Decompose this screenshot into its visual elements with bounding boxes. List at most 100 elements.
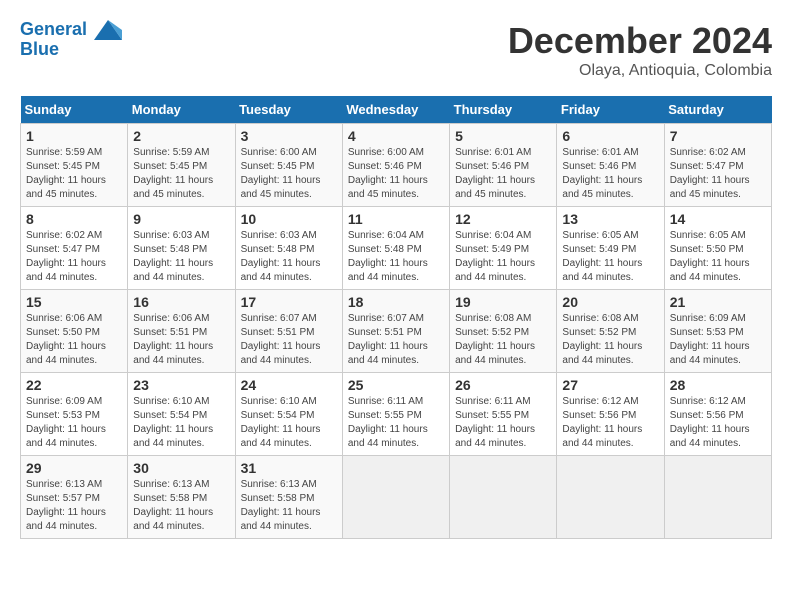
day-info: Sunrise: 6:08 AM Sunset: 5:52 PM Dayligh… — [455, 312, 551, 368]
table-row: 4 Sunrise: 6:00 AM Sunset: 5:46 PM Dayli… — [342, 124, 449, 207]
day-number: 22 — [26, 377, 122, 393]
day-number: 25 — [348, 377, 444, 393]
day-number: 31 — [241, 460, 337, 476]
table-row: 18 Sunrise: 6:07 AM Sunset: 5:51 PM Dayl… — [342, 290, 449, 373]
table-row: 25 Sunrise: 6:11 AM Sunset: 5:55 PM Dayl… — [342, 373, 449, 456]
table-row: 21 Sunrise: 6:09 AM Sunset: 5:53 PM Dayl… — [664, 290, 771, 373]
day-info: Sunrise: 6:12 AM Sunset: 5:56 PM Dayligh… — [670, 395, 766, 451]
day-info: Sunrise: 6:13 AM Sunset: 5:58 PM Dayligh… — [133, 478, 229, 534]
table-row: 28 Sunrise: 6:12 AM Sunset: 5:56 PM Dayl… — [664, 373, 771, 456]
day-info: Sunrise: 6:06 AM Sunset: 5:50 PM Dayligh… — [26, 312, 122, 368]
day-info: Sunrise: 6:01 AM Sunset: 5:46 PM Dayligh… — [562, 146, 658, 202]
day-info: Sunrise: 5:59 AM Sunset: 5:45 PM Dayligh… — [133, 146, 229, 202]
table-row: 6 Sunrise: 6:01 AM Sunset: 5:46 PM Dayli… — [557, 124, 664, 207]
day-info: Sunrise: 6:07 AM Sunset: 5:51 PM Dayligh… — [348, 312, 444, 368]
day-info: Sunrise: 6:13 AM Sunset: 5:57 PM Dayligh… — [26, 478, 122, 534]
location-title: Olaya, Antioquia, Colombia — [508, 62, 772, 80]
header-wednesday: Wednesday — [342, 96, 449, 124]
logo: General Blue — [20, 20, 122, 60]
header-saturday: Saturday — [664, 96, 771, 124]
logo-text: General — [20, 20, 122, 40]
table-row: 24 Sunrise: 6:10 AM Sunset: 5:54 PM Dayl… — [235, 373, 342, 456]
day-number: 21 — [670, 294, 766, 310]
table-row: 23 Sunrise: 6:10 AM Sunset: 5:54 PM Dayl… — [128, 373, 235, 456]
table-row: 29 Sunrise: 6:13 AM Sunset: 5:57 PM Dayl… — [21, 456, 128, 539]
day-number: 26 — [455, 377, 551, 393]
day-number: 17 — [241, 294, 337, 310]
day-info: Sunrise: 6:07 AM Sunset: 5:51 PM Dayligh… — [241, 312, 337, 368]
day-number: 12 — [455, 211, 551, 227]
day-number: 30 — [133, 460, 229, 476]
day-number: 24 — [241, 377, 337, 393]
table-row: 3 Sunrise: 6:00 AM Sunset: 5:45 PM Dayli… — [235, 124, 342, 207]
table-row: 14 Sunrise: 6:05 AM Sunset: 5:50 PM Dayl… — [664, 207, 771, 290]
day-number: 9 — [133, 211, 229, 227]
day-info: Sunrise: 6:13 AM Sunset: 5:58 PM Dayligh… — [241, 478, 337, 534]
day-number: 19 — [455, 294, 551, 310]
day-number: 18 — [348, 294, 444, 310]
day-info: Sunrise: 6:08 AM Sunset: 5:52 PM Dayligh… — [562, 312, 658, 368]
table-row: 5 Sunrise: 6:01 AM Sunset: 5:46 PM Dayli… — [450, 124, 557, 207]
day-info: Sunrise: 6:12 AM Sunset: 5:56 PM Dayligh… — [562, 395, 658, 451]
table-row: 17 Sunrise: 6:07 AM Sunset: 5:51 PM Dayl… — [235, 290, 342, 373]
header-monday: Monday — [128, 96, 235, 124]
day-number: 10 — [241, 211, 337, 227]
day-number: 23 — [133, 377, 229, 393]
calendar-row: 15 Sunrise: 6:06 AM Sunset: 5:50 PM Dayl… — [21, 290, 772, 373]
day-number: 5 — [455, 128, 551, 144]
table-row: 26 Sunrise: 6:11 AM Sunset: 5:55 PM Dayl… — [450, 373, 557, 456]
table-row: 13 Sunrise: 6:05 AM Sunset: 5:49 PM Dayl… — [557, 207, 664, 290]
day-info: Sunrise: 6:06 AM Sunset: 5:51 PM Dayligh… — [133, 312, 229, 368]
day-info: Sunrise: 6:05 AM Sunset: 5:49 PM Dayligh… — [562, 229, 658, 285]
calendar-row: 22 Sunrise: 6:09 AM Sunset: 5:53 PM Dayl… — [21, 373, 772, 456]
day-number: 7 — [670, 128, 766, 144]
table-row — [342, 456, 449, 539]
day-info: Sunrise: 6:09 AM Sunset: 5:53 PM Dayligh… — [26, 395, 122, 451]
day-number: 4 — [348, 128, 444, 144]
day-number: 2 — [133, 128, 229, 144]
table-row — [664, 456, 771, 539]
day-number: 20 — [562, 294, 658, 310]
day-number: 1 — [26, 128, 122, 144]
table-row: 27 Sunrise: 6:12 AM Sunset: 5:56 PM Dayl… — [557, 373, 664, 456]
day-number: 13 — [562, 211, 658, 227]
day-number: 29 — [26, 460, 122, 476]
table-row: 20 Sunrise: 6:08 AM Sunset: 5:52 PM Dayl… — [557, 290, 664, 373]
table-row: 19 Sunrise: 6:08 AM Sunset: 5:52 PM Dayl… — [450, 290, 557, 373]
header: General Blue December 2024 Olaya, Antioq… — [20, 20, 772, 80]
day-info: Sunrise: 6:11 AM Sunset: 5:55 PM Dayligh… — [348, 395, 444, 451]
calendar-row: 1 Sunrise: 5:59 AM Sunset: 5:45 PM Dayli… — [21, 124, 772, 207]
day-number: 3 — [241, 128, 337, 144]
table-row: 22 Sunrise: 6:09 AM Sunset: 5:53 PM Dayl… — [21, 373, 128, 456]
header-thursday: Thursday — [450, 96, 557, 124]
day-info: Sunrise: 6:04 AM Sunset: 5:48 PM Dayligh… — [348, 229, 444, 285]
header-tuesday: Tuesday — [235, 96, 342, 124]
header-row: Sunday Monday Tuesday Wednesday Thursday… — [21, 96, 772, 124]
day-number: 16 — [133, 294, 229, 310]
day-info: Sunrise: 6:03 AM Sunset: 5:48 PM Dayligh… — [241, 229, 337, 285]
calendar-table: Sunday Monday Tuesday Wednesday Thursday… — [20, 96, 772, 539]
day-info: Sunrise: 6:02 AM Sunset: 5:47 PM Dayligh… — [670, 146, 766, 202]
day-info: Sunrise: 6:11 AM Sunset: 5:55 PM Dayligh… — [455, 395, 551, 451]
title-area: December 2024 Olaya, Antioquia, Colombia — [508, 20, 772, 80]
table-row: 12 Sunrise: 6:04 AM Sunset: 5:49 PM Dayl… — [450, 207, 557, 290]
table-row: 7 Sunrise: 6:02 AM Sunset: 5:47 PM Dayli… — [664, 124, 771, 207]
table-row: 2 Sunrise: 5:59 AM Sunset: 5:45 PM Dayli… — [128, 124, 235, 207]
table-row: 15 Sunrise: 6:06 AM Sunset: 5:50 PM Dayl… — [21, 290, 128, 373]
day-number: 27 — [562, 377, 658, 393]
day-number: 14 — [670, 211, 766, 227]
day-number: 11 — [348, 211, 444, 227]
table-row: 9 Sunrise: 6:03 AM Sunset: 5:48 PM Dayli… — [128, 207, 235, 290]
month-title: December 2024 — [508, 20, 772, 62]
header-friday: Friday — [557, 96, 664, 124]
calendar-row: 8 Sunrise: 6:02 AM Sunset: 5:47 PM Dayli… — [21, 207, 772, 290]
logo-icon — [94, 20, 122, 40]
day-info: Sunrise: 6:00 AM Sunset: 5:45 PM Dayligh… — [241, 146, 337, 202]
day-info: Sunrise: 6:10 AM Sunset: 5:54 PM Dayligh… — [241, 395, 337, 451]
calendar-row: 29 Sunrise: 6:13 AM Sunset: 5:57 PM Dayl… — [21, 456, 772, 539]
table-row: 1 Sunrise: 5:59 AM Sunset: 5:45 PM Dayli… — [21, 124, 128, 207]
day-number: 8 — [26, 211, 122, 227]
day-info: Sunrise: 6:03 AM Sunset: 5:48 PM Dayligh… — [133, 229, 229, 285]
table-row: 16 Sunrise: 6:06 AM Sunset: 5:51 PM Dayl… — [128, 290, 235, 373]
day-info: Sunrise: 6:09 AM Sunset: 5:53 PM Dayligh… — [670, 312, 766, 368]
